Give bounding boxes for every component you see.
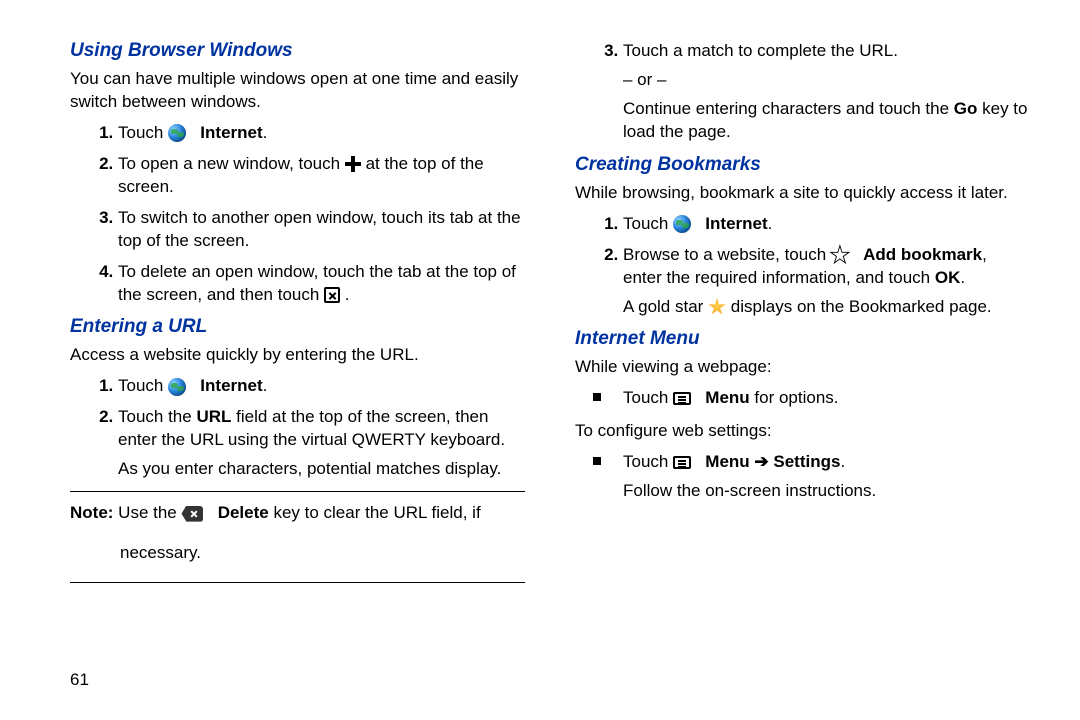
step-2: Touch the URL field at the top of the sc… xyxy=(118,406,525,481)
intro-menu1: While viewing a webpage: xyxy=(575,356,1030,379)
star-outline-icon xyxy=(831,246,849,264)
text: Touch the xyxy=(118,407,196,426)
label-add-bookmark: Add bookmark xyxy=(863,245,982,264)
close-x-icon xyxy=(324,287,340,303)
intro-bookmarks: While browsing, bookmark a site to quick… xyxy=(575,182,1030,205)
text: for options. xyxy=(750,388,839,407)
text: Follow the on-screen instructions. xyxy=(623,481,876,500)
label-delete: Delete xyxy=(218,503,269,522)
label-url: URL xyxy=(196,407,231,426)
note-label: Note: xyxy=(70,503,118,522)
steps-windows: Touch Internet. To open a new window, to… xyxy=(70,122,525,307)
text: . xyxy=(960,268,965,287)
intro-url: Access a website quickly by entering the… xyxy=(70,344,525,367)
label-settings: Settings xyxy=(773,452,840,471)
text: As you enter characters, potential match… xyxy=(118,459,501,478)
label-internet: Internet xyxy=(705,214,767,233)
step-2: Browse to a website, touch Add bookmark,… xyxy=(623,244,1030,319)
text: To delete an open window, touch the tab … xyxy=(118,262,516,304)
heading-entering-url: Entering a URL xyxy=(70,316,525,338)
text: Touch xyxy=(623,388,673,407)
text: Touch xyxy=(118,123,168,142)
text: Touch xyxy=(623,452,673,471)
divider xyxy=(70,491,525,492)
step-1: Touch Internet. xyxy=(118,122,525,145)
bullet-item: Touch Menu ➔ Settings. Follow the on-scr… xyxy=(623,451,1030,503)
delete-key-icon xyxy=(181,506,203,522)
text: Use the xyxy=(118,503,181,522)
label-go: Go xyxy=(954,99,978,118)
globe-icon xyxy=(168,124,186,142)
plus-icon xyxy=(345,156,361,172)
label-ok: OK xyxy=(935,268,961,287)
note-cont: necessary. xyxy=(120,542,525,565)
steps-url-cont: Touch a match to complete the URL. – or … xyxy=(575,40,1030,144)
text: Touch xyxy=(118,376,168,395)
note: Note: Use the Delete key to clear the UR… xyxy=(70,502,525,525)
text: To open a new window, touch xyxy=(118,154,345,173)
steps-url: Touch Internet. Touch the URL field at t… xyxy=(70,375,525,481)
text: . xyxy=(263,123,268,142)
steps-bookmarks: Touch Internet. Browse to a website, tou… xyxy=(575,213,1030,319)
text: displays on the Bookmarked page. xyxy=(731,297,992,316)
gold-star-icon xyxy=(708,298,726,316)
text: Touch xyxy=(623,214,673,233)
menu-icon xyxy=(673,456,691,469)
text: Browse to a website, touch xyxy=(623,245,831,264)
text: . xyxy=(768,214,773,233)
step-2: To open a new window, touch at the top o… xyxy=(118,153,525,199)
bullet-menu2: Touch Menu ➔ Settings. Follow the on-scr… xyxy=(575,451,1030,503)
heading-creating-bookmarks: Creating Bookmarks xyxy=(575,154,1030,176)
page-number: 61 xyxy=(70,670,89,690)
globe-icon xyxy=(168,378,186,396)
bullet-item: Touch Menu for options. xyxy=(623,387,1030,410)
label-internet: Internet xyxy=(200,376,262,395)
step-4: To delete an open window, touch the tab … xyxy=(118,261,525,307)
label-menu: Menu xyxy=(705,452,749,471)
step-1: Touch Internet. xyxy=(623,213,1030,236)
step-1: Touch Internet. xyxy=(118,375,525,398)
label-menu: Menu xyxy=(705,388,749,407)
globe-icon xyxy=(673,215,691,233)
divider xyxy=(70,582,525,583)
text: key to clear the URL field, if xyxy=(269,503,481,522)
heading-using-browser-windows: Using Browser Windows xyxy=(70,40,525,62)
text: Continue entering characters and touch t… xyxy=(623,99,954,118)
menu-icon xyxy=(673,392,691,405)
text: A gold star xyxy=(623,297,708,316)
text: Touch a match to complete the URL. xyxy=(623,41,898,60)
heading-internet-menu: Internet Menu xyxy=(575,328,1030,350)
text: . xyxy=(345,285,350,304)
right-column: Touch a match to complete the URL. – or … xyxy=(575,40,1030,690)
step-3: To switch to another open window, touch … xyxy=(118,207,525,253)
label-internet: Internet xyxy=(200,123,262,142)
intro-windows: You can have multiple windows open at on… xyxy=(70,68,525,114)
step-3: Touch a match to complete the URL. – or … xyxy=(623,40,1030,144)
manual-page: Using Browser Windows You can have multi… xyxy=(0,0,1080,720)
text: . xyxy=(840,452,845,471)
arrow-icon: ➔ xyxy=(750,452,774,471)
intro-menu2: To configure web settings: xyxy=(575,420,1030,443)
or-divider: – or – xyxy=(623,70,666,89)
bullet-menu1: Touch Menu for options. xyxy=(575,387,1030,410)
text: . xyxy=(263,376,268,395)
left-column: Using Browser Windows You can have multi… xyxy=(70,40,525,690)
